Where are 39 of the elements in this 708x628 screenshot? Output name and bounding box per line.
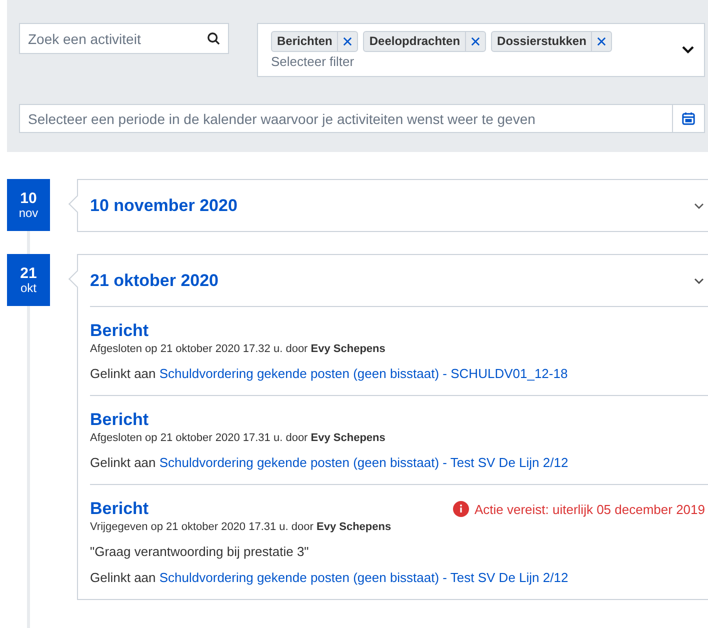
activity-title[interactable]: Bericht [90,321,149,341]
badge-month: okt [20,282,36,295]
chevron-down-icon [694,278,704,284]
alert-text: Actie vereist: uiterlijk 05 december 2019 [474,502,705,516]
day-title: 21 oktober 2020 [90,270,219,290]
activity-meta: Afgesloten op 21 oktober 2020 17.32 u. door Evy Schepens [90,343,386,355]
badge-month: nov [18,207,38,220]
chevron-down-icon [694,202,704,208]
close-icon [597,37,606,46]
linked-item-link[interactable]: Schuldvordering gekende posten (geen bisstaat) - Test SV De Lijn 2/12 [159,570,568,585]
activity-meta: Vrijgegeven op 21 oktober 2020 17.31 u. door Evy Schepens [90,521,392,533]
tag-label: Berichten [272,32,338,51]
activity-meta: Afgesloten op 21 oktober 2020 17.31 u. door Evy Schepens [90,432,386,444]
close-icon [471,37,480,46]
search-field[interactable]: Zoek een activiteit [19,23,229,54]
badge-day: 10 [20,190,37,207]
expand-toggle[interactable] [694,202,704,208]
search-icon [207,32,220,45]
activity-quote: "Graag verantwoording bij prestatie 3" [90,544,310,559]
filter-placeholder: Selecteer filter [271,54,356,69]
activity-title[interactable]: Bericht [90,499,149,519]
linked-item-link[interactable]: Schuldvordering gekende posten (geen bisstaat) - SCHULDV01_12-18 [159,366,568,381]
day-title: 10 november 2020 [90,196,238,216]
tag-label: Deelopdrachten [364,32,466,51]
tag-label: Dossierstukken [492,32,592,51]
calendar-icon [682,112,695,125]
period-field[interactable]: Selecteer een periode in de kalender waarvoor je activiteiten wenst weer te geven [19,104,673,133]
expand-toggle[interactable] [694,278,704,284]
alert-icon [453,501,470,517]
linked-text: Gelinkt aan Schuldvordering gekende posten (geen bisstaat) - SCHULDV01_12-18 [90,366,569,381]
activity-title[interactable]: Bericht [90,410,149,430]
calendar-button[interactable] [673,104,705,133]
linked-text: Gelinkt aan Schuldvordering gekende posten (geen bisstaat) - Test SV De Lijn 2/12 [90,570,570,585]
linked-item-link[interactable]: Schuldvordering gekende posten (geen bisstaat) - Test SV De Lijn 2/12 [159,455,568,470]
linked-text: Gelinkt aan Schuldvordering gekende posten (geen bisstaat) - Test SV De Lijn 2/12 [90,455,570,470]
chevron-down-icon [682,46,694,54]
badge-day: 21 [20,265,37,282]
close-icon [343,37,352,46]
filter-select[interactable]: Berichten Deelopdrachten Dossierstukken Selecteer filter [257,23,705,77]
